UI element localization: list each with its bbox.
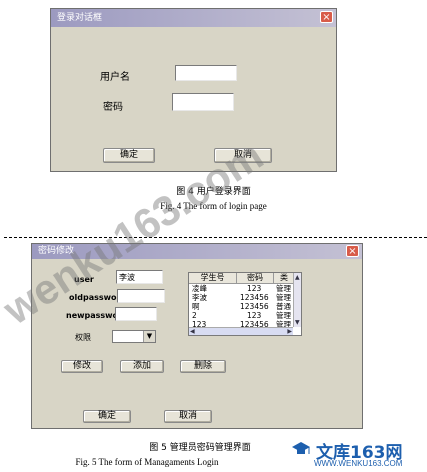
username-label: 用户名 xyxy=(100,72,130,83)
grid-cell[interactable]: 2 xyxy=(192,311,197,320)
username-input[interactable] xyxy=(175,65,237,81)
scroll-left-icon[interactable]: ◀ xyxy=(190,328,195,335)
grid-header-type[interactable]: 类 xyxy=(274,273,295,284)
grid-cell[interactable]: 管理 xyxy=(276,284,291,293)
user-input[interactable] xyxy=(116,270,163,284)
user-grid[interactable]: 学生号 密码 类 凌峰 123 管理 李波 123456 管理 啊 123456… xyxy=(188,272,302,336)
grid-header-student-id[interactable]: 学生号 xyxy=(189,273,237,284)
grid-cell[interactable]: 123456 xyxy=(240,302,269,311)
grid-cell[interactable]: 123456 xyxy=(240,293,269,302)
login-dialog-titlebar: 登录对话框 × xyxy=(51,9,336,27)
cancel-button[interactable]: 取消 xyxy=(164,410,212,423)
grid-cell[interactable]: 普通 xyxy=(276,302,291,311)
grid-header-password[interactable]: 密码 xyxy=(237,273,274,284)
wenku-logo: 文库163网 WWW.WENKU163.COM xyxy=(290,438,424,470)
ok-button[interactable]: 确定 xyxy=(83,410,131,423)
close-icon[interactable]: × xyxy=(346,245,359,257)
grid-cell[interactable]: 管理 xyxy=(276,311,291,320)
scroll-down-icon[interactable]: ▼ xyxy=(295,319,300,326)
close-icon[interactable]: × xyxy=(320,11,333,23)
logo-url: WWW.WENKU163.COM xyxy=(314,459,403,468)
chevron-down-icon[interactable]: ▼ xyxy=(143,331,155,342)
grid-vertical-scrollbar[interactable]: ▲ ▼ xyxy=(293,273,301,327)
permission-select[interactable]: ▼ xyxy=(112,330,156,343)
delete-button[interactable]: 删除 xyxy=(180,360,226,373)
add-button[interactable]: 添加 xyxy=(120,360,164,373)
modify-button[interactable]: 修改 xyxy=(61,360,103,373)
grid-cell[interactable]: 123 xyxy=(247,284,261,293)
login-dialog: 登录对话框 × xyxy=(50,8,337,172)
grid-cell[interactable]: 李波 xyxy=(192,293,207,302)
oldpassword-input[interactable] xyxy=(117,289,165,303)
scroll-right-icon[interactable]: ▶ xyxy=(287,328,292,335)
grid-cell[interactable]: 啊 xyxy=(192,302,200,311)
section-divider xyxy=(4,237,427,238)
newpassword-input[interactable] xyxy=(115,307,157,321)
grid-cell[interactable]: 凌峰 xyxy=(192,284,207,293)
password-label: 密码 xyxy=(103,102,123,113)
scroll-up-icon[interactable]: ▲ xyxy=(295,274,300,281)
permission-value xyxy=(113,339,115,348)
ok-button[interactable]: 确定 xyxy=(103,148,155,163)
grid-cell[interactable]: 管理 xyxy=(276,293,291,302)
grid-cell[interactable]: 123 xyxy=(247,311,261,320)
password-input[interactable] xyxy=(172,93,234,111)
login-dialog-title: 登录对话框 xyxy=(57,13,103,23)
permission-label: 权限 xyxy=(75,333,91,342)
grid-horizontal-scrollbar[interactable]: ◀ ▶ xyxy=(189,327,293,335)
